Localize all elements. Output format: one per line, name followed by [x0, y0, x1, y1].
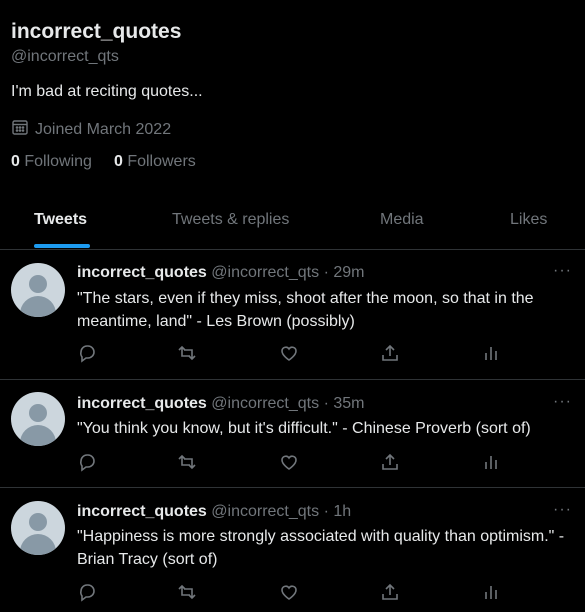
- tab-media[interactable]: Media: [380, 211, 424, 229]
- retweet-icon[interactable]: [177, 452, 199, 474]
- share-icon[interactable]: [380, 343, 402, 365]
- profile-bio: I'm bad at reciting quotes...: [11, 83, 203, 100]
- analytics-icon[interactable]: [481, 452, 503, 474]
- joined-date: Joined March 2022: [11, 118, 171, 141]
- tweet[interactable]: incorrect_quotes @incorrect_qts · 1h ···…: [0, 488, 585, 612]
- profile-header: incorrect_quotes @incorrect_qts I'm bad …: [0, 0, 585, 250]
- share-icon[interactable]: [380, 452, 402, 474]
- tweet[interactable]: incorrect_quotes @incorrect_qts · 29m ··…: [0, 250, 585, 380]
- tweet-header: incorrect_quotes @incorrect_qts · 1h: [77, 503, 351, 521]
- tweet-actions: [77, 452, 507, 474]
- tweet-header: incorrect_quotes @incorrect_qts · 29m: [77, 264, 364, 282]
- tweet-actions: [77, 343, 507, 365]
- tweet-author-name[interactable]: incorrect_quotes: [77, 503, 207, 520]
- analytics-icon[interactable]: [481, 582, 503, 604]
- tab-tweets-replies[interactable]: Tweets & replies: [172, 211, 289, 229]
- analytics-icon[interactable]: [481, 343, 503, 365]
- share-icon[interactable]: [380, 582, 402, 604]
- reply-icon[interactable]: [77, 343, 99, 365]
- like-icon[interactable]: [279, 343, 301, 365]
- more-icon[interactable]: ···: [553, 393, 572, 411]
- reply-icon[interactable]: [77, 452, 99, 474]
- tweet-text: "You think you know, but it's difficult.…: [77, 420, 531, 437]
- like-icon[interactable]: [279, 452, 301, 474]
- profile-handle: @incorrect_qts: [11, 48, 119, 65]
- tweet-handle[interactable]: @incorrect_qts: [211, 503, 319, 520]
- retweet-icon[interactable]: [177, 582, 199, 604]
- tweet-text: "The stars, even if they miss, shoot aft…: [77, 290, 534, 330]
- tweet-time[interactable]: · 35m: [324, 395, 365, 412]
- tweet-header: incorrect_quotes @incorrect_qts · 35m: [77, 395, 364, 413]
- tweet-time[interactable]: · 1h: [324, 503, 352, 520]
- avatar[interactable]: [11, 392, 65, 446]
- like-icon[interactable]: [279, 582, 301, 604]
- avatar[interactable]: [11, 263, 65, 317]
- avatar[interactable]: [11, 501, 65, 555]
- followers-link[interactable]: 0 Followers: [114, 153, 196, 171]
- tab-likes[interactable]: Likes: [510, 211, 547, 229]
- joined-label: Joined March 2022: [35, 120, 172, 138]
- tweet-time[interactable]: · 29m: [324, 264, 365, 281]
- profile-tabs: Tweets Tweets & replies Media Likes: [0, 196, 585, 250]
- tab-tweets[interactable]: Tweets: [34, 211, 87, 229]
- retweet-icon[interactable]: [177, 343, 199, 365]
- calendar-icon: [11, 118, 29, 141]
- tweet-text: "Happiness is more strongly associated w…: [77, 528, 565, 568]
- reply-icon[interactable]: [77, 582, 99, 604]
- tweet-handle[interactable]: @incorrect_qts: [211, 395, 319, 412]
- tweet-author-name[interactable]: incorrect_quotes: [77, 264, 207, 281]
- tweet-author-name[interactable]: incorrect_quotes: [77, 395, 207, 412]
- tweet-handle[interactable]: @incorrect_qts: [211, 264, 319, 281]
- active-tab-indicator: [34, 244, 90, 248]
- more-icon[interactable]: ···: [553, 262, 572, 280]
- following-link[interactable]: 0 Following: [11, 153, 92, 171]
- tweet-actions: [77, 582, 507, 604]
- more-icon[interactable]: ···: [553, 501, 572, 519]
- tweet[interactable]: incorrect_quotes @incorrect_qts · 35m ··…: [0, 380, 585, 488]
- follow-stats: 0 Following 0 Followers: [11, 153, 196, 171]
- profile-name: incorrect_quotes: [11, 20, 182, 43]
